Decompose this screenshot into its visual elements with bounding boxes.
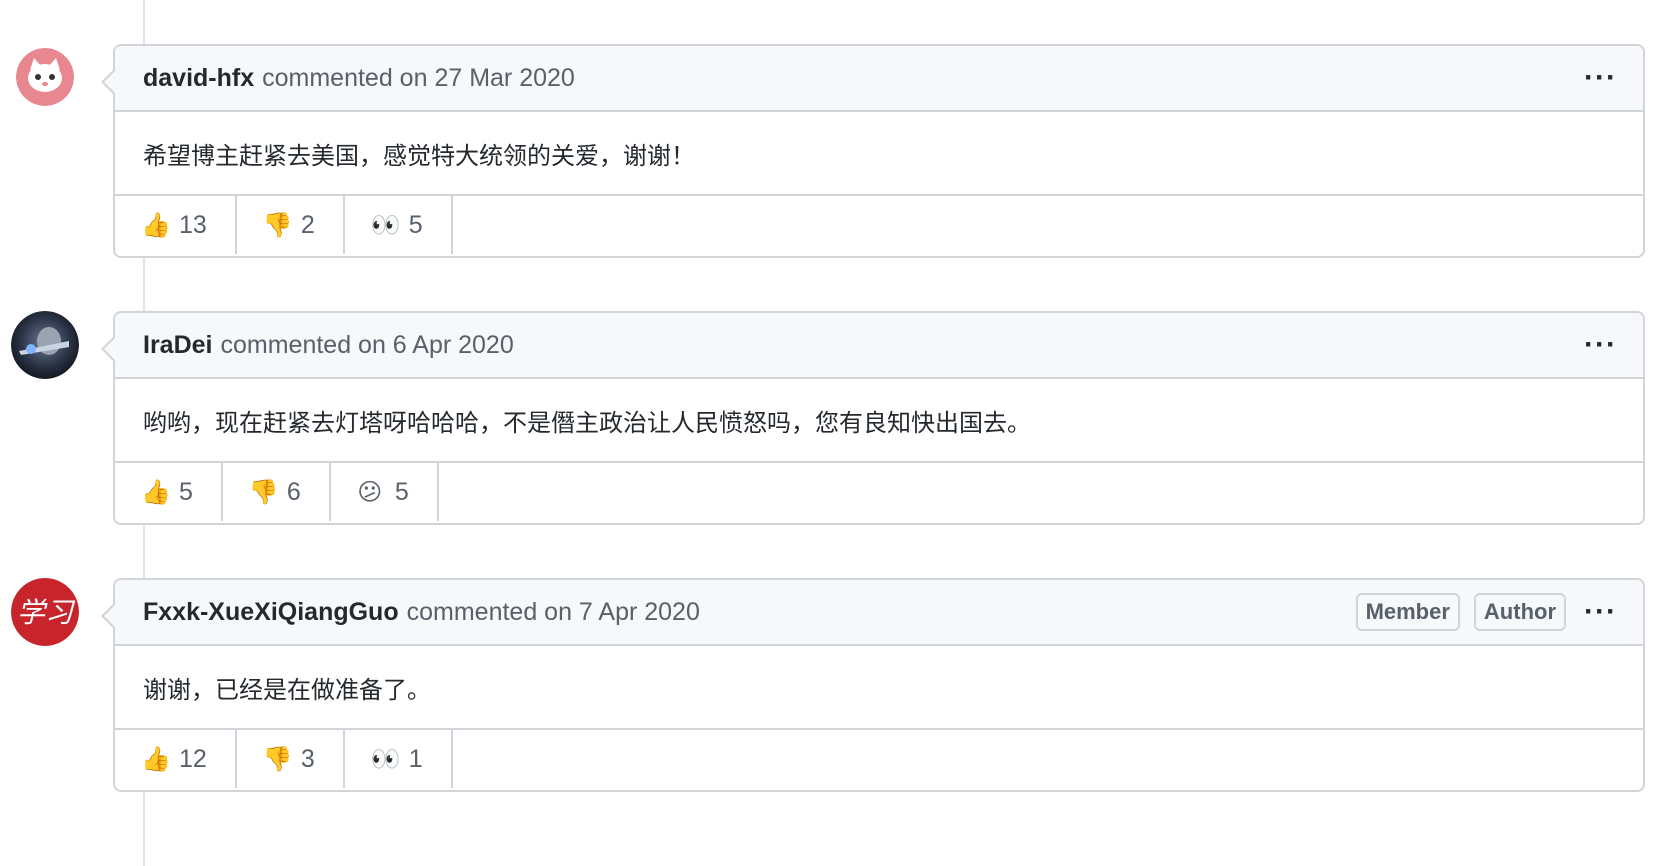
- thumbs-up-icon: 👍: [141, 478, 171, 506]
- comment-box: Fxxk-XueXiQiangGuo commented on 7 Apr 20…: [101, 578, 1645, 792]
- comment-body: 哟哟，现在赶紧去灯塔呀哈哈哈，不是僭主政治让人民愤怒吗，您有良知快出国去。: [115, 379, 1643, 463]
- xuexi-logo-icon: 学习: [11, 578, 79, 646]
- avatar-david-hfx[interactable]: [16, 48, 74, 106]
- eyes-icon: 👀: [370, 745, 401, 773]
- comment-author[interactable]: david-hfx: [143, 64, 254, 93]
- reaction-thumbs-down[interactable]: 👎 3: [237, 730, 345, 788]
- cat-avatar-icon: [16, 48, 74, 106]
- thumbs-up-icon: 👍: [141, 211, 171, 239]
- comment-timestamp[interactable]: commented on 6 Apr 2020: [220, 331, 513, 360]
- avatar-iradei[interactable]: [11, 311, 79, 379]
- reaction-confused[interactable]: 😕 5: [331, 463, 439, 521]
- reaction-count: 12: [179, 744, 207, 773]
- comment-author[interactable]: IraDei: [143, 331, 212, 360]
- confused-icon: 😕: [357, 478, 383, 506]
- thumbs-up-icon: 👍: [141, 745, 171, 773]
- avatar-fxxk-xuexiqiangguo[interactable]: 学习: [11, 578, 79, 646]
- more-options-icon[interactable]: ···: [1584, 328, 1617, 362]
- user-avatar-icon: [11, 311, 79, 379]
- avatar-logo-text: 学习: [17, 596, 76, 629]
- reaction-count: 3: [300, 744, 315, 773]
- author-label: Author: [1473, 593, 1567, 631]
- member-label: Member: [1355, 593, 1460, 631]
- thumbs-down-icon: 👎: [248, 478, 279, 506]
- comment-body: 谢谢，已经是在做准备了。: [115, 646, 1643, 730]
- thumbs-down-icon: 👎: [262, 745, 293, 773]
- more-options-icon[interactable]: ···: [1584, 61, 1617, 95]
- reaction-thumbs-down[interactable]: 👎 2: [237, 196, 345, 254]
- eyes-icon: 👀: [370, 211, 401, 239]
- comment-body: 希望博主赶紧去美国，感觉特大统领的关爱，谢谢！: [115, 112, 1643, 196]
- reaction-count: 6: [286, 477, 301, 506]
- comment-timestamp[interactable]: commented on 7 Apr 2020: [407, 598, 700, 627]
- comment-header: Fxxk-XueXiQiangGuo commented on 7 Apr 20…: [115, 580, 1643, 646]
- reaction-count: 13: [179, 210, 207, 239]
- comment-header: IraDei commented on 6 Apr 2020 ···: [115, 313, 1643, 379]
- reaction-count: 5: [179, 477, 193, 506]
- reaction-thumbs-up[interactable]: 👍 12: [115, 730, 237, 788]
- reaction-eyes[interactable]: 👀 5: [345, 196, 453, 254]
- reactions-bar: 👍 5 👎 6 😕 5: [115, 463, 1643, 521]
- thumbs-down-icon: 👎: [262, 211, 293, 239]
- more-options-icon[interactable]: ···: [1584, 595, 1617, 629]
- comment-author[interactable]: Fxxk-XueXiQiangGuo: [143, 598, 399, 627]
- reaction-count: 1: [408, 744, 423, 773]
- reaction-thumbs-up[interactable]: 👍 5: [115, 463, 223, 521]
- reaction-count: 5: [394, 477, 409, 506]
- reactions-bar: 👍 12 👎 3 👀 1: [115, 730, 1643, 788]
- reactions-bar: 👍 13 👎 2 👀 5: [115, 196, 1643, 254]
- comment-header: david-hfx commented on 27 Mar 2020 ···: [115, 46, 1643, 112]
- reaction-count: 2: [300, 210, 315, 239]
- reaction-count: 5: [408, 210, 423, 239]
- reaction-thumbs-down[interactable]: 👎 6: [223, 463, 331, 521]
- comment-timestamp[interactable]: commented on 27 Mar 2020: [262, 64, 575, 93]
- comment-box: IraDei commented on 6 Apr 2020 ··· 哟哟，现在…: [101, 311, 1645, 525]
- comment-box: david-hfx commented on 27 Mar 2020 ··· 希…: [101, 44, 1645, 258]
- reaction-thumbs-up[interactable]: 👍 13: [115, 196, 237, 254]
- reaction-eyes[interactable]: 👀 1: [345, 730, 453, 788]
